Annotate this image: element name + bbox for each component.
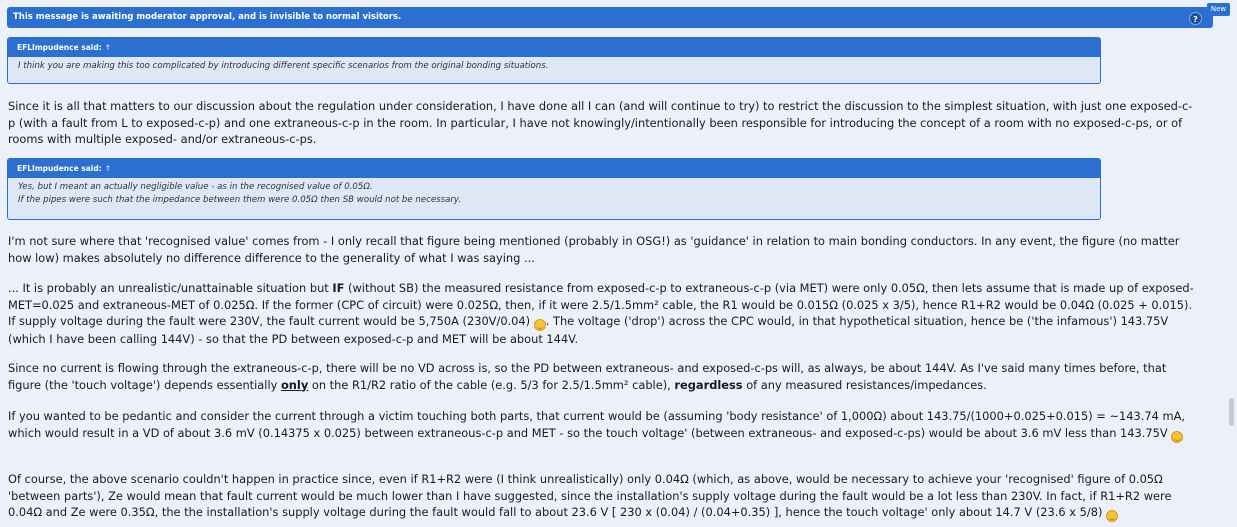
up-arrow-icon[interactable]: ↑ xyxy=(105,38,111,57)
smiley-emoji-icon: ‿ xyxy=(1106,510,1119,522)
quote-author-link[interactable]: EFLImpudence said: xyxy=(17,43,102,52)
quote-author-link[interactable]: EFLImpudence said: xyxy=(17,164,102,173)
new-badge[interactable]: New xyxy=(1207,3,1230,16)
quote-header: EFLImpudence said: ↑ xyxy=(8,38,1100,57)
quote-line: Yes, but I meant an actually negligible … xyxy=(18,182,373,192)
quote-block-2: EFLImpudence said: ↑ Yes, but I meant an … xyxy=(7,158,1101,220)
moderation-banner-text: This message is awaiting moderator appro… xyxy=(13,12,402,22)
post-paragraph: Of course, the above scenario couldn't h… xyxy=(8,471,1198,522)
text-run: of any measured resistances/impedances. xyxy=(746,377,987,392)
up-arrow-icon[interactable]: ↑ xyxy=(105,159,111,178)
text-run: on the R1/R2 ratio of the cable (e.g. 5/… xyxy=(311,377,671,392)
quote-line: If the pipes were such that the impedanc… xyxy=(18,194,462,205)
text-run: ... It is probably an unrealistic/unatta… xyxy=(8,281,329,295)
moderation-banner: This message is awaiting moderator appro… xyxy=(7,7,1213,28)
text-run: If you wanted to be pedantic and conside… xyxy=(8,409,1185,440)
post-paragraph: Since no current is flowing through the … xyxy=(8,360,1198,393)
bold-text: regardless xyxy=(674,377,743,392)
underlined-bold-text: only xyxy=(280,377,309,392)
quote-body: I think you are making this too complica… xyxy=(8,57,1100,73)
quote-line: I think you are making this too complica… xyxy=(18,61,549,71)
quote-body: Yes, but I meant an actually negligible … xyxy=(8,178,1100,206)
bold-text: IF xyxy=(332,281,345,295)
post-paragraph: ... It is probably an unrealistic/unatta… xyxy=(8,280,1198,348)
text-run: Of course, the above scenario couldn't h… xyxy=(8,472,1172,519)
help-icon[interactable]: ? xyxy=(1189,12,1202,25)
post-paragraph: Since it is all that matters to our disc… xyxy=(8,99,1193,146)
quote-block-1: EFLImpudence said: ↑ I think you are maki… xyxy=(7,37,1101,84)
post-paragraph: If you wanted to be pedantic and conside… xyxy=(8,408,1198,443)
post-paragraph: I'm not sure where that 'recognised valu… xyxy=(8,234,1180,265)
quote-header: EFLImpudence said: ↑ xyxy=(8,159,1100,178)
smiley-emoji-icon: ‿ xyxy=(533,319,546,331)
scrollbar-thumb[interactable] xyxy=(1229,398,1234,426)
smiley-emoji-icon: ‿ xyxy=(1171,430,1184,443)
